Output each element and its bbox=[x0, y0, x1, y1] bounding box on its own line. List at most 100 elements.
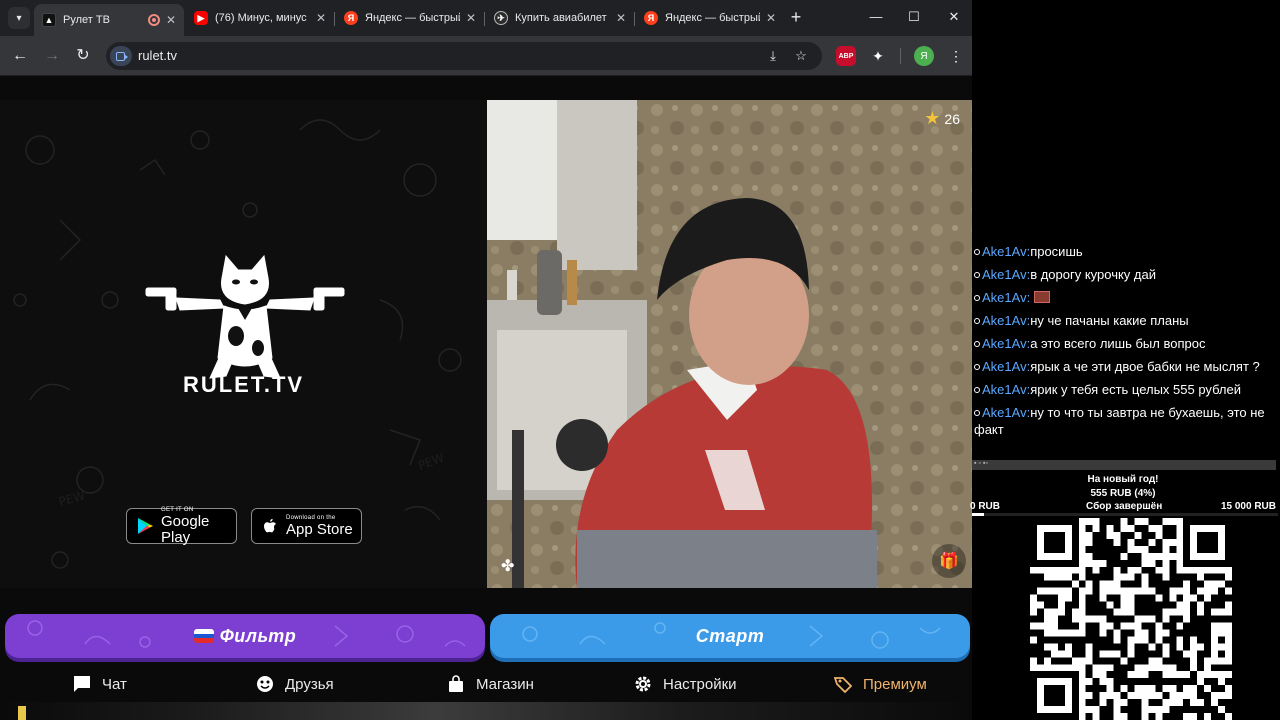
chat-text: ярык а че эти двое бабки не мыслят ? bbox=[1030, 359, 1260, 374]
chat-toolbar-icons: ▪ ▫ ▪▫ bbox=[974, 460, 988, 467]
tab-aviasales[interactable]: ✈ Купить авиабилет ✕ bbox=[486, 4, 634, 32]
donation-max: 15 000 RUB bbox=[1220, 501, 1276, 512]
toolbar-separator bbox=[900, 48, 901, 64]
close-tab-icon[interactable]: ✕ bbox=[466, 11, 476, 25]
filter-button[interactable]: Фильтр bbox=[5, 614, 485, 658]
app-store-badge[interactable]: Download on the App Store bbox=[251, 508, 362, 544]
tab-title: Яндекс — быстрый bbox=[665, 12, 760, 24]
chat-message: Ake1Av:ну то что ты завтра не бухаешь, э… bbox=[974, 404, 1278, 438]
close-tab-icon[interactable]: ✕ bbox=[316, 11, 326, 25]
brand-pane: PEW PEW RULET.TV GET IT ON Google Play D… bbox=[0, 100, 487, 588]
chat-message: Ake1Av:просишь bbox=[974, 243, 1278, 260]
browser-menu-icon[interactable]: ⋮ bbox=[946, 46, 966, 66]
chat-message: Ake1Av:ярик у тебя есть целых 555 рублей bbox=[974, 381, 1278, 398]
donation-progress-fill bbox=[972, 513, 985, 516]
star-counter: ★ 26 bbox=[924, 108, 960, 128]
chat-dot-icon bbox=[974, 249, 980, 255]
site-info-icon[interactable] bbox=[110, 46, 132, 66]
nav-settings[interactable]: Настройки bbox=[633, 674, 737, 694]
donation-progress-bar bbox=[972, 513, 1278, 516]
chat-text: в дорогу курочку дай bbox=[1030, 267, 1156, 282]
chat-username: Ake1Av: bbox=[982, 313, 1031, 328]
logo-wordmark: RULET.TV bbox=[182, 372, 305, 397]
nav-chat[interactable]: Чат bbox=[72, 674, 127, 694]
minimize-button[interactable]: — bbox=[866, 9, 886, 24]
chat-dot-icon bbox=[974, 341, 980, 347]
svg-text:PEW: PEW bbox=[416, 450, 446, 472]
chat-message: Ake1Av:а это всего лишь был вопрос bbox=[974, 335, 1278, 352]
bookmark-star-icon[interactable]: ☆ bbox=[792, 47, 810, 65]
tab-yandex-2[interactable]: Я Яндекс — быстрый ✕ bbox=[636, 4, 784, 32]
chat-username: Ake1Av: bbox=[982, 336, 1031, 351]
profile-avatar[interactable]: Я bbox=[914, 46, 934, 66]
rulet-favicon-icon: ▲ bbox=[42, 13, 56, 27]
tab-youtube[interactable]: ▶ (76) Минус, минус ✕ bbox=[186, 4, 334, 32]
extensions-puzzle-icon[interactable]: ✦ bbox=[868, 46, 888, 66]
address-bar[interactable]: rulet.tv ⤓ ☆ bbox=[106, 42, 822, 70]
partner-video: ★ 26 ✤ 🎁 bbox=[487, 100, 972, 588]
nav-shop[interactable]: Магазин bbox=[446, 674, 534, 694]
google-play-badge[interactable]: GET IT ON Google Play bbox=[126, 507, 237, 545]
svg-text:PEW: PEW bbox=[57, 488, 87, 508]
clover-watermark-icon: ✤ bbox=[501, 558, 515, 575]
yandex-favicon-icon: Я bbox=[644, 11, 658, 25]
tab-yandex-1[interactable]: Я Яндекс — быстрый ✕ bbox=[336, 4, 484, 32]
install-app-icon[interactable]: ⤓ bbox=[764, 47, 782, 65]
chat-message: Ake1Av:в дорогу курочку дай bbox=[974, 266, 1278, 283]
recording-icon bbox=[147, 14, 160, 26]
donation-qr-code bbox=[1030, 518, 1232, 720]
google-play-icon bbox=[138, 518, 153, 534]
webcam-frame bbox=[487, 100, 972, 588]
maximize-button[interactable]: ☐ bbox=[904, 9, 924, 25]
close-window-button[interactable]: ✕ bbox=[944, 9, 964, 25]
nav-premium[interactable]: Премиум bbox=[833, 674, 927, 694]
chat-log: Ake1Av:просишь Ake1Av:в дорогу курочку д… bbox=[974, 243, 1278, 444]
new-tab-button[interactable]: + bbox=[786, 8, 806, 26]
youtube-favicon-icon: ▶ bbox=[194, 11, 208, 25]
settings-icon bbox=[633, 674, 653, 694]
tab-rulet[interactable]: ▲ Рулет ТВ ✕ bbox=[34, 4, 184, 36]
chat-username: Ake1Av: bbox=[982, 290, 1031, 305]
gift-button[interactable]: 🎁 bbox=[932, 544, 966, 578]
chat-username: Ake1Av: bbox=[982, 405, 1031, 420]
start-button[interactable]: Старт bbox=[490, 614, 970, 658]
premium-icon bbox=[833, 674, 853, 694]
tab-title: Яндекс — быстрый bbox=[365, 12, 460, 24]
donation-status: Сбор завершён bbox=[1086, 501, 1163, 512]
chat-text: просишь bbox=[1030, 244, 1083, 259]
tab-title: Купить авиабилет bbox=[515, 12, 607, 24]
adblock-extension-icon[interactable]: ABP bbox=[836, 46, 856, 66]
tab-separator bbox=[334, 12, 335, 26]
rulet-page: PEW PEW RULET.TV GET IT ON Google Play D… bbox=[0, 76, 972, 720]
tab-strip: ▾ ▲ Рулет ТВ ✕ ▶ (76) Минус, минус ✕ Я Я… bbox=[0, 0, 972, 36]
tab-search-button[interactable]: ▾ bbox=[8, 7, 30, 29]
close-tab-icon[interactable]: ✕ bbox=[766, 11, 776, 25]
yandex-favicon-icon: Я bbox=[344, 11, 358, 25]
close-tab-icon[interactable]: ✕ bbox=[616, 11, 626, 25]
chat-text: а это всего лишь был вопрос bbox=[1030, 336, 1206, 351]
taskbar-strip bbox=[0, 702, 972, 720]
nav-friends[interactable]: Друзья bbox=[255, 674, 334, 694]
bottom-nav: Чат Друзья Магазин Настройки Премиум bbox=[0, 668, 972, 702]
close-tab-icon[interactable]: ✕ bbox=[166, 13, 176, 27]
tab-title: (76) Минус, минус bbox=[215, 12, 307, 24]
url-text[interactable]: rulet.tv bbox=[138, 48, 177, 63]
forward-button[interactable]: → bbox=[42, 46, 62, 66]
chat-text: ну че пачаны какие планы bbox=[1030, 313, 1189, 328]
chat-dot-icon bbox=[974, 295, 980, 301]
back-button[interactable]: ← bbox=[10, 46, 30, 66]
chat-message: Ake1Av: bbox=[974, 289, 1278, 306]
chat-dot-icon bbox=[974, 387, 980, 393]
chat-message: Ake1Av:ярык а че эти двое бабки не мысля… bbox=[974, 358, 1278, 375]
chat-dot-icon bbox=[974, 364, 980, 370]
donation-amount: 555 RUB (4%) bbox=[1090, 488, 1156, 499]
tab-separator bbox=[484, 12, 485, 26]
donation-goal-title: На новый год! bbox=[1087, 474, 1159, 485]
tab-separator bbox=[634, 12, 635, 26]
emote-icon bbox=[1034, 291, 1051, 303]
reload-button[interactable]: ↻ bbox=[73, 46, 93, 66]
stream-overlay: Ake1Av:просишь Ake1Av:в дорогу курочку д… bbox=[970, 0, 1280, 720]
chat-text: ярик у тебя есть целых 555 рублей bbox=[1030, 382, 1242, 397]
chat-icon bbox=[72, 674, 92, 694]
chat-dot-icon bbox=[974, 272, 980, 278]
